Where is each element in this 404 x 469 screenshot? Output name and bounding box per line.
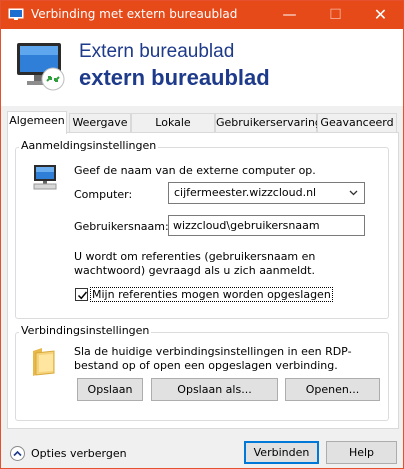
rdp-window: Verbinding met extern bureaublad — ☐ ✕ E… bbox=[0, 0, 404, 469]
help-button[interactable]: Help bbox=[326, 441, 397, 464]
username-label: Gebruikersnaam: bbox=[74, 220, 169, 233]
computer-label: Computer: bbox=[74, 188, 133, 201]
tab-lokale-bronnen[interactable]: Lokale bronnen bbox=[131, 113, 215, 147]
tab-panel-algemeen: Aanmeldingsinstellingen Geef de naam van… bbox=[7, 132, 399, 429]
username-field[interactable]: wizzcloud\gebruikersnaam bbox=[168, 215, 365, 236]
window-title: Verbinding met extern bureaublad bbox=[31, 7, 238, 21]
computer-combobox[interactable]: cijfermeester.wizzcloud.nl bbox=[168, 182, 365, 204]
maximize-button[interactable]: ☐ bbox=[313, 1, 358, 29]
chevron-down-icon[interactable] bbox=[349, 183, 358, 211]
tab-algemeen[interactable]: Algemeen bbox=[7, 111, 67, 134]
logon-settings-title: Aanmeldingsinstellingen bbox=[19, 139, 159, 152]
remote-desktop-logo-icon bbox=[15, 39, 67, 93]
credentials-info-text: U wordt om referenties (gebruikersnaam e… bbox=[74, 250, 316, 277]
computer-icon bbox=[32, 163, 60, 194]
computer-instruction: Geef de naam van de externe computer op. bbox=[74, 164, 316, 177]
title-bar[interactable]: Verbinding met extern bureaublad — ☐ ✕ bbox=[1, 1, 403, 29]
collapse-options-icon[interactable] bbox=[10, 446, 25, 461]
banner-subtitle: extern bureaublad bbox=[79, 65, 270, 90]
connection-settings-title: Verbindingsinstellingen bbox=[19, 324, 152, 337]
connect-button[interactable]: Verbinden bbox=[244, 441, 319, 464]
tab-weergave[interactable]: Weergave bbox=[69, 113, 131, 133]
save-button[interactable]: Opslaan bbox=[77, 378, 143, 401]
save-credentials-label[interactable]: Mijn referenties mogen worden opgeslagen bbox=[90, 287, 333, 302]
computer-value: cijfermeester.wizzcloud.nl bbox=[174, 186, 317, 199]
save-as-button[interactable]: Opslaan als... bbox=[151, 378, 278, 401]
tab-strip: Algemeen Weergave Lokale bronnen Gebruik… bbox=[7, 111, 399, 147]
open-button[interactable]: Openen... bbox=[285, 378, 380, 401]
remote-desktop-icon bbox=[8, 8, 24, 21]
folder-icon bbox=[30, 345, 58, 380]
tab-gebruikerservaring[interactable]: Gebruikerservaring bbox=[215, 113, 322, 133]
banner-title: Extern bureaublad bbox=[79, 41, 235, 62]
close-button[interactable]: ✕ bbox=[358, 1, 403, 29]
minimize-button[interactable]: — bbox=[267, 1, 312, 29]
connection-info-text: Sla de huidige verbindingsinstellingen i… bbox=[74, 345, 352, 372]
save-credentials-checkbox[interactable] bbox=[75, 288, 88, 301]
tab-geavanceerd[interactable]: Geavanceerd bbox=[317, 113, 397, 133]
hide-options-link[interactable]: Opties verbergen bbox=[31, 447, 127, 460]
banner: Extern bureaublad extern bureaublad bbox=[1, 29, 403, 106]
